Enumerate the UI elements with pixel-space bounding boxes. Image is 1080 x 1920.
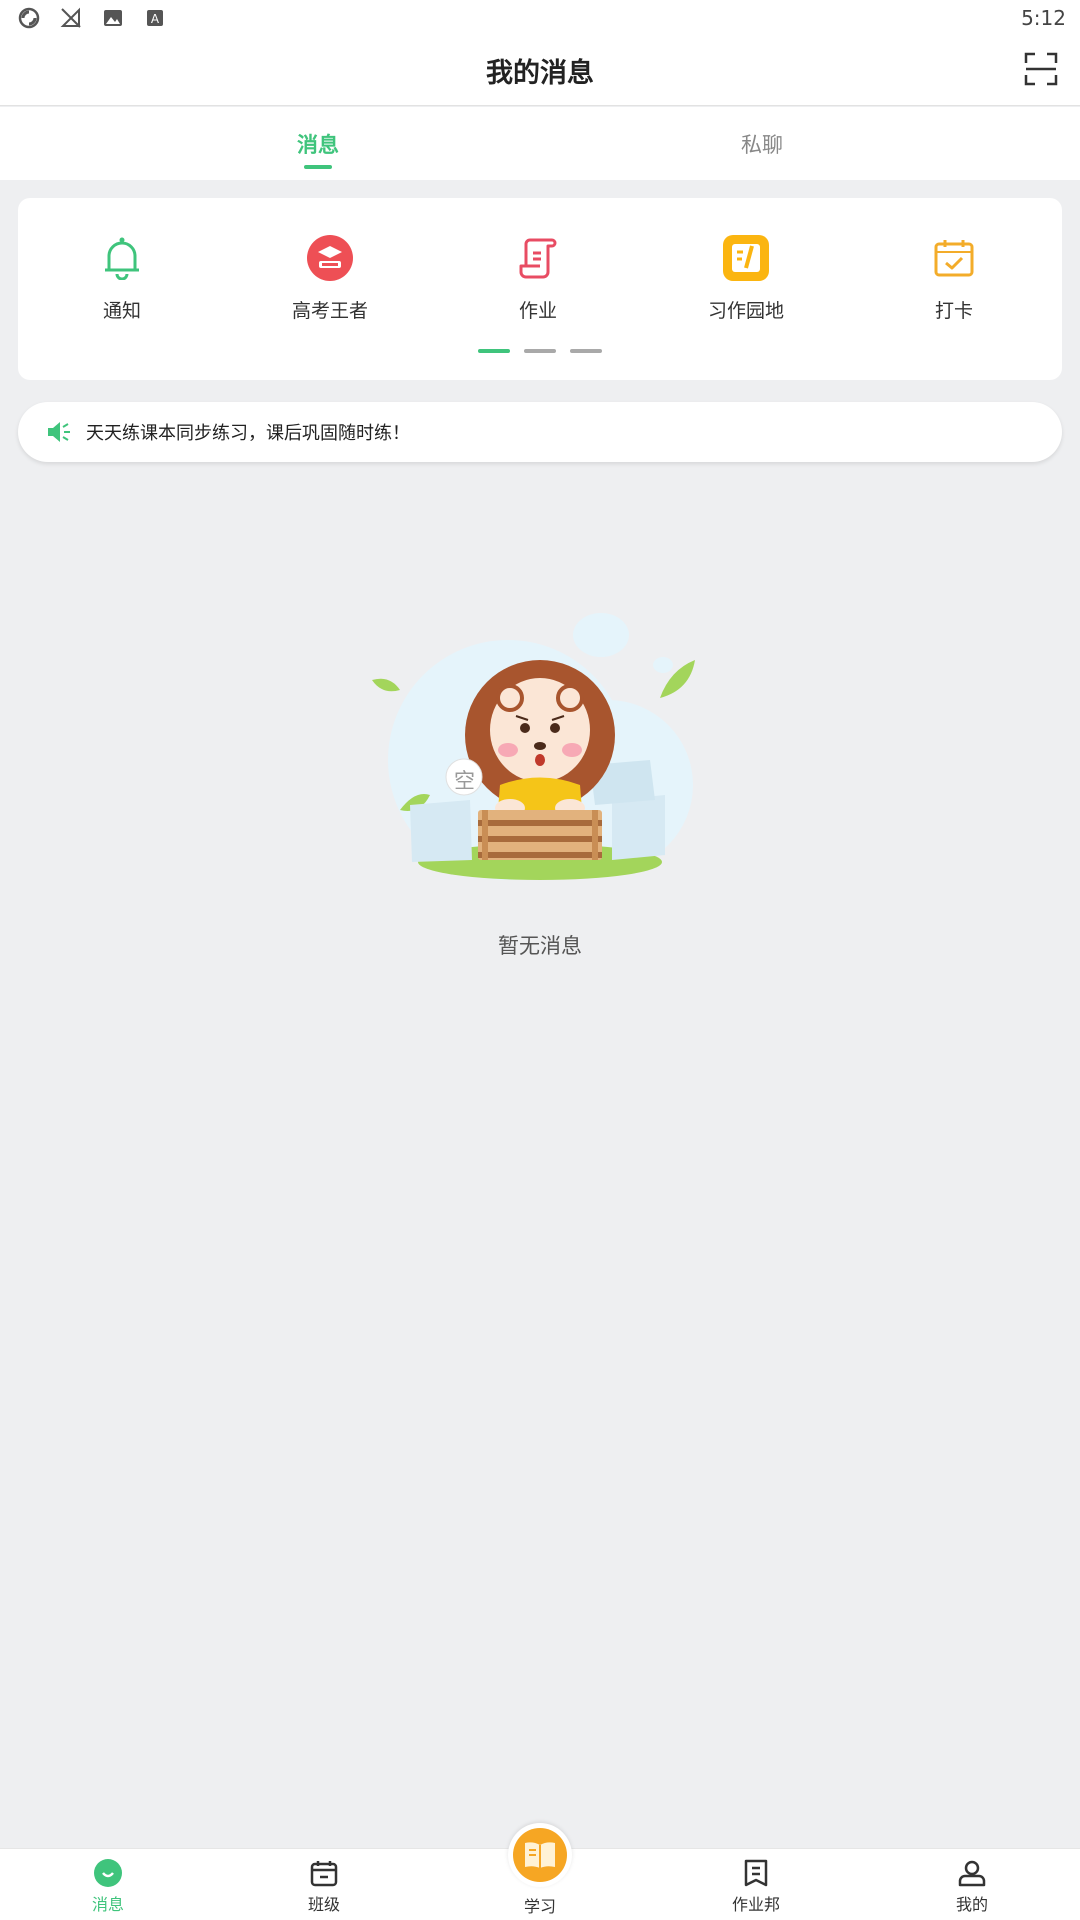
message-tabs: 消息 私聊: [0, 107, 1080, 180]
nav-homework-club[interactable]: 作业邦: [696, 1857, 816, 1917]
empty-badge-text: 空: [454, 769, 475, 793]
keyboard-a-icon: A: [142, 5, 168, 31]
nav-messages[interactable]: 消息: [48, 1857, 168, 1917]
page-indicator: [18, 349, 1062, 353]
entry-label: 通知: [102, 300, 141, 322]
tab-messages[interactable]: 消息: [208, 107, 428, 180]
nav-class[interactable]: 班级: [264, 1857, 384, 1917]
nav-label: 我的: [955, 1895, 988, 1914]
app-bar: 我的消息: [0, 36, 1080, 106]
empty-illustration: 空: [360, 610, 720, 890]
notice-banner[interactable]: 天天练课本同步练习，课后巩固随时练！: [18, 402, 1062, 462]
composition-icon: [722, 234, 770, 282]
nav-profile[interactable]: 我的: [912, 1857, 1032, 1917]
entry-label: 打卡: [934, 300, 973, 322]
page-dot: [524, 349, 556, 353]
tab-indicator: [304, 165, 332, 169]
page-dot-active: [478, 349, 510, 353]
entry-notice[interactable]: 通知: [42, 234, 202, 324]
entry-card: 通知 高考王者 作业 习作园地 打卡: [18, 198, 1062, 380]
graduation-cap-icon: [306, 234, 354, 282]
nav-label: 作业邦: [731, 1895, 780, 1914]
tab-label: 私聊: [741, 132, 783, 157]
class-icon: [308, 1857, 340, 1889]
nav-study[interactable]: [508, 1823, 572, 1887]
homework-list-icon: [740, 1857, 772, 1889]
speaker-icon: [46, 419, 72, 445]
empty-message: 暂无消息: [498, 934, 582, 958]
nav-label: 班级: [307, 1895, 340, 1914]
nav-label: 学习: [523, 1897, 556, 1916]
page-title: 我的消息: [486, 58, 594, 89]
message-icon: [92, 1857, 124, 1889]
tab-private-chat[interactable]: 私聊: [652, 107, 872, 180]
entry-label: 习作园地: [707, 300, 784, 322]
svg-text:A: A: [151, 12, 160, 26]
no-signal-icon: [58, 5, 84, 31]
tab-label: 消息: [297, 132, 339, 157]
entry-gaokao-king[interactable]: 高考王者: [250, 234, 410, 324]
profile-icon: [956, 1857, 988, 1889]
nav-label: 消息: [91, 1895, 124, 1914]
entry-check-in[interactable]: 打卡: [874, 234, 1034, 324]
sync-icon: [16, 5, 42, 31]
entry-label: 高考王者: [291, 300, 368, 322]
notice-text: 天天练课本同步练习，课后巩固随时练！: [86, 423, 410, 444]
status-icons: A: [16, 5, 168, 31]
status-time: 5:12: [1021, 6, 1066, 30]
entry-homework[interactable]: 作业: [458, 234, 618, 324]
calendar-check-icon: [930, 234, 978, 282]
homework-icon: [514, 234, 562, 282]
entry-composition[interactable]: 习作园地: [666, 234, 826, 324]
page-dot: [570, 349, 602, 353]
entry-label: 作业: [518, 300, 557, 322]
book-icon: [513, 1828, 567, 1882]
scan-icon[interactable]: [1024, 52, 1058, 86]
status-bar: A 5:12: [0, 0, 1080, 36]
bell-icon: [98, 234, 146, 282]
image-icon: [100, 5, 126, 31]
